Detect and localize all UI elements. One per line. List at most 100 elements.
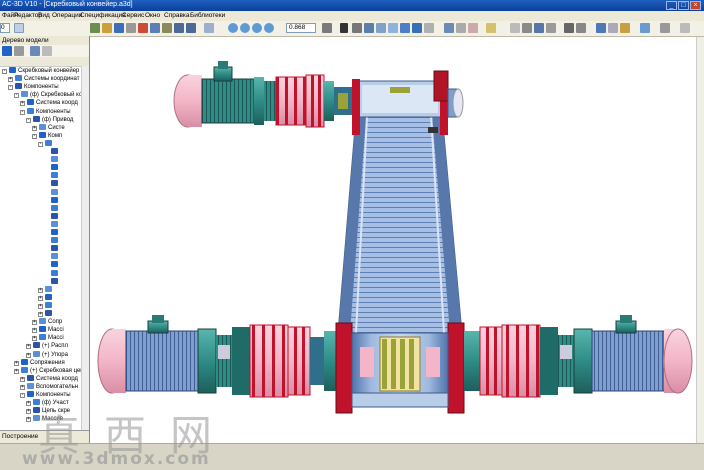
tool-icon-1[interactable] — [510, 23, 520, 33]
expand-toggle-icon[interactable]: + — [32, 320, 37, 326]
tree-item[interactable]: - Компоненты — [20, 107, 71, 116]
tool-icon-6[interactable] — [576, 23, 586, 33]
expand-toggle-icon[interactable]: + — [38, 295, 43, 301]
tree-filter-icon[interactable] — [30, 46, 40, 56]
tree-item[interactable] — [44, 277, 60, 286]
expand-toggle-icon[interactable]: + — [20, 384, 25, 390]
snap-icon[interactable] — [486, 23, 496, 33]
expand-toggle-icon[interactable]: - — [20, 109, 25, 115]
maximize-button[interactable]: □ — [678, 1, 689, 10]
properties-icon[interactable] — [204, 23, 214, 33]
shaded-icon[interactable] — [400, 23, 410, 33]
tree-item[interactable]: + Сопр — [32, 318, 62, 326]
tree-item[interactable]: - (ф) Скребковый ко — [14, 91, 82, 99]
tool-icon-8[interactable] — [608, 23, 618, 33]
measure-icon[interactable] — [456, 23, 466, 33]
view-cube-icon[interactable] — [364, 23, 374, 33]
expand-toggle-icon[interactable]: + — [8, 77, 13, 83]
expand-toggle-icon[interactable]: - — [26, 117, 31, 123]
tool-icon-4[interactable] — [546, 23, 556, 33]
scale-field[interactable]: 0 — [0, 23, 10, 33]
tree-item[interactable] — [44, 253, 60, 261]
expand-toggle-icon[interactable]: - — [8, 85, 13, 91]
expand-toggle-icon[interactable]: + — [14, 360, 19, 366]
tree-item[interactable] — [44, 220, 60, 229]
expand-toggle-icon[interactable]: + — [20, 101, 25, 107]
redo-icon[interactable] — [186, 23, 196, 33]
expand-toggle-icon[interactable]: + — [26, 352, 31, 358]
tree-item[interactable]: + — [38, 285, 54, 294]
shaded-edges-icon[interactable] — [412, 23, 422, 33]
expand-toggle-icon[interactable]: + — [14, 368, 19, 374]
zoom-window-icon[interactable] — [252, 23, 262, 33]
expand-toggle-icon[interactable]: - — [38, 141, 43, 147]
tree-item[interactable]: + (+) Распл — [26, 342, 68, 350]
zoom-in-icon[interactable] — [228, 23, 238, 33]
tree-item[interactable] — [44, 229, 60, 237]
rotate-icon[interactable] — [322, 23, 332, 33]
tree-item[interactable]: + Массі — [32, 334, 64, 342]
tool-icon-2[interactable] — [522, 23, 532, 33]
tree-sort-icon[interactable] — [14, 46, 24, 56]
menu-operations[interactable]: Операции — [52, 12, 82, 19]
expand-toggle-icon[interactable]: + — [26, 409, 31, 415]
new-icon[interactable] — [90, 23, 100, 33]
tree-item[interactable] — [44, 204, 60, 213]
tree-item[interactable]: - Компоненты — [20, 391, 71, 399]
tree-item[interactable]: + (+) Скребковая цеп — [14, 366, 84, 375]
tree-item[interactable]: + Системы координат — [8, 75, 80, 83]
tree-item[interactable] — [44, 188, 60, 197]
tool-icon-11[interactable] — [660, 23, 670, 33]
expand-toggle-icon[interactable]: + — [26, 401, 31, 407]
scale-dropdown-icon[interactable] — [14, 23, 24, 33]
expand-toggle-icon[interactable]: - — [32, 133, 37, 139]
menu-help[interactable]: Справка — [164, 12, 190, 19]
tool-icon-9[interactable] — [620, 23, 630, 33]
menu-libraries[interactable]: Библиотеки — [190, 12, 225, 19]
menu-view[interactable]: Вид — [38, 12, 50, 19]
cut-icon[interactable] — [138, 23, 148, 33]
tree-item[interactable]: + Массі — [32, 326, 64, 334]
tree-item[interactable]: + Система коорд — [20, 374, 78, 383]
tree-item[interactable]: + — [38, 301, 54, 310]
tree-item[interactable]: + (+) Упора — [26, 350, 68, 359]
tree-item[interactable]: - — [38, 139, 54, 148]
copy-icon[interactable] — [150, 23, 160, 33]
orientation-icon[interactable] — [352, 23, 362, 33]
expand-toggle-icon[interactable]: + — [38, 303, 43, 309]
zoom-value-field[interactable]: 0.868 — [286, 23, 316, 33]
expand-toggle-icon[interactable]: - — [14, 93, 19, 99]
tree-item[interactable] — [44, 269, 60, 278]
3d-viewport[interactable] — [90, 37, 696, 443]
tree-vertical-scrollbar[interactable] — [81, 66, 89, 443]
perspective-icon[interactable] — [424, 23, 434, 33]
paste-icon[interactable] — [162, 23, 172, 33]
expand-toggle-icon[interactable]: - — [20, 393, 25, 398]
menu-specification[interactable]: Спецификация — [80, 12, 126, 19]
save-icon[interactable] — [114, 23, 124, 33]
expand-toggle-icon[interactable]: + — [26, 344, 31, 350]
filter-icon[interactable] — [468, 23, 478, 33]
tree-options-icon[interactable] — [42, 46, 52, 56]
tree-item[interactable] — [44, 180, 60, 188]
tree-item[interactable]: + Сопряжения — [14, 358, 65, 367]
tree-item[interactable] — [44, 237, 60, 245]
tree-item[interactable] — [44, 148, 60, 156]
section-icon[interactable] — [444, 23, 454, 33]
tree-item[interactable] — [44, 196, 60, 205]
expand-toggle-icon[interactable]: - — [2, 69, 7, 74]
menu-service[interactable]: Сервис — [122, 12, 144, 19]
pan-icon[interactable] — [340, 23, 348, 33]
print-icon[interactable] — [126, 23, 136, 33]
tree-item[interactable] — [44, 212, 60, 221]
expand-toggle-icon[interactable]: + — [26, 417, 31, 423]
expand-toggle-icon[interactable]: + — [20, 376, 25, 382]
minimize-button[interactable]: _ — [666, 1, 677, 10]
tool-icon-12[interactable] — [680, 23, 690, 33]
open-icon[interactable] — [102, 23, 112, 33]
tree-item[interactable]: - Скребковый конвейер (Тек — [2, 67, 89, 75]
expand-toggle-icon[interactable]: + — [32, 125, 37, 131]
tool-icon-10[interactable] — [640, 23, 650, 33]
tree-item[interactable] — [44, 261, 60, 269]
expand-toggle-icon[interactable]: + — [38, 312, 43, 317]
